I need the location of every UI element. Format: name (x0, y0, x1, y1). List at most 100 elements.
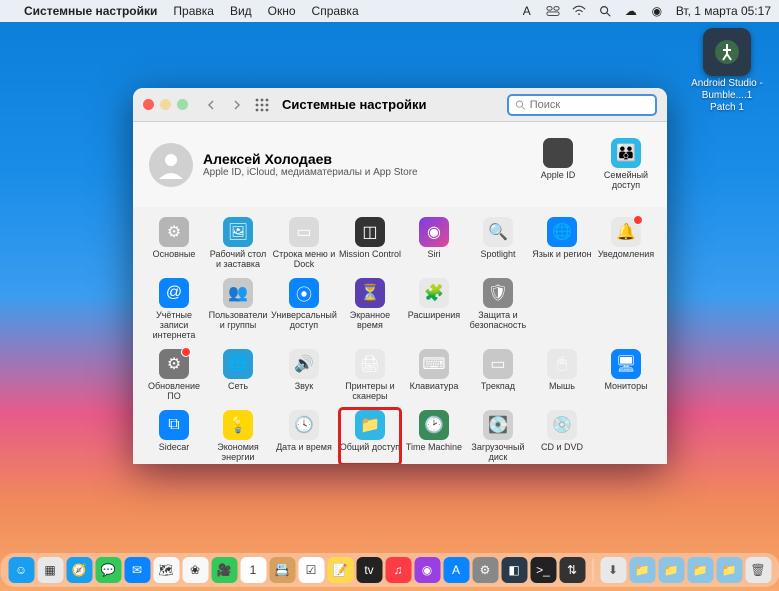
pref-language-region[interactable]: 🌐 Язык и регион (531, 215, 593, 272)
dock-notes[interactable]: 📝 (327, 557, 353, 583)
dock-folder1[interactable]: 📁 (629, 557, 655, 583)
user-name: Алексей Холодаев (203, 151, 533, 167)
pref-screen-time[interactable]: ⏳ Экранное время (339, 276, 401, 343)
dock-calendar[interactable]: 1 (240, 557, 266, 583)
pref-startup-disk[interactable]: 💽 Загрузочный диск (467, 408, 529, 464)
pref-network[interactable]: 🌐 Сеть (207, 347, 269, 404)
pref-mission-control[interactable]: ◫ Mission Control (339, 215, 401, 272)
pref-printers-scanners[interactable]: 🖨 Принтеры и сканеры (339, 347, 401, 404)
menu-edit[interactable]: Правка (173, 4, 214, 18)
dock-terminal[interactable]: >_ (530, 557, 556, 583)
spotlight-icon[interactable] (598, 4, 612, 18)
menu-window[interactable]: Окно (268, 4, 296, 18)
dock-folder4[interactable]: 📁 (716, 557, 742, 583)
pref-desktop-screensaver[interactable]: 🖼 Рабочий стол и заставка (207, 215, 269, 272)
pref-label: Пользователи и группы (207, 311, 269, 331)
pref-label: Сеть (228, 382, 248, 402)
status-item-icon[interactable]: ☁ (624, 4, 638, 18)
pref-label: Основные (153, 250, 196, 270)
pref-apple-id[interactable]: Apple ID (533, 136, 583, 193)
pref-label: Рабочий стол и заставка (207, 250, 269, 270)
badge-icon (633, 215, 643, 225)
pref-label: Защита и безопасность (467, 311, 529, 331)
pref-software-update[interactable]: ⚙ Обновление ПО (143, 347, 205, 404)
dock-mail[interactable]: ✉ (124, 557, 150, 583)
dock-appstore[interactable]: A (443, 557, 469, 583)
control-center-icon[interactable] (546, 4, 560, 18)
pref-users-groups[interactable]: 👥 Пользователи и группы (207, 276, 269, 343)
dock-maps[interactable]: 🗺 (153, 557, 179, 583)
language-region-icon: 🌐 (547, 217, 577, 247)
pref-sidecar[interactable]: ⧉ Sidecar (143, 408, 205, 464)
dock-photos[interactable]: ❀ (182, 557, 208, 583)
time-machine-icon: 🕑 (419, 410, 449, 440)
pref-sound[interactable]: 🔊 Звук (271, 347, 337, 404)
search-field[interactable] (507, 94, 657, 116)
pref-label: Time Machine (406, 443, 462, 463)
pref-general[interactable]: ⚙ Основные (143, 215, 205, 272)
clock[interactable]: Вт, 1 марта 05:17 (676, 4, 771, 18)
pref-accessibility[interactable]: ⦿ Универсальный доступ (271, 276, 337, 343)
extensions-icon: 🧩 (419, 278, 449, 308)
pref-extensions[interactable]: 🧩 Расширения (403, 276, 465, 343)
pref-trackpad[interactable]: ▭ Трекпад (467, 347, 529, 404)
pref-siri[interactable]: ◉ Siri (403, 215, 465, 272)
startup-disk-icon: 💽 (483, 410, 513, 440)
dock-trash[interactable]: 🗑 (745, 557, 771, 583)
pref-spotlight[interactable]: 🔍 Spotlight (467, 215, 529, 272)
siri-menubar-icon[interactable]: ◉ (650, 4, 664, 18)
pref-family-sharing[interactable]: 👪Семейный доступ (601, 136, 651, 193)
mouse-icon: 🖱 (547, 349, 577, 379)
pref-time-machine[interactable]: 🕑 Time Machine (403, 408, 465, 464)
dock-finder[interactable]: ☺ (8, 557, 34, 583)
dock-music[interactable]: ♫ (385, 557, 411, 583)
dock-facetime[interactable]: 🎥 (211, 557, 237, 583)
pref-mouse[interactable]: 🖱 Мышь (531, 347, 593, 404)
dock-transmit[interactable]: ⇅ (559, 557, 585, 583)
pref-displays[interactable]: 🖥 Мониторы (595, 347, 657, 404)
dock-contacts[interactable]: 📇 (269, 557, 295, 583)
dock-folder2[interactable]: 📁 (658, 557, 684, 583)
forward-button[interactable] (228, 96, 246, 114)
user-row: Алексей Холодаев Apple ID, iCloud, медиа… (133, 122, 667, 207)
dock-tv[interactable]: tv (356, 557, 382, 583)
pref-label: Клавиатура (410, 382, 459, 402)
pref-internet-accounts[interactable]: @ Учётные записи интернета (143, 276, 205, 343)
search-input[interactable] (530, 99, 649, 111)
minimize-button[interactable] (160, 99, 171, 110)
show-all-icon[interactable] (254, 97, 270, 113)
pref-dock-menubar[interactable]: ▭ Строка меню и Dock (271, 215, 337, 272)
dock-system-preferences[interactable]: ⚙ (472, 557, 498, 583)
internet-accounts-icon: @ (159, 278, 189, 308)
pref-energy-saver[interactable]: 💡 Экономия энергии (207, 408, 269, 464)
app-menu[interactable]: Системные настройки (24, 4, 157, 18)
dock-safari[interactable]: 🧭 (66, 557, 92, 583)
pref-cd-dvd[interactable]: 💿 CD и DVD (531, 408, 593, 464)
menu-view[interactable]: Вид (230, 4, 252, 18)
preferences-grid: ⚙ Основные 🖼 Рабочий стол и заставка ▭ С… (133, 207, 667, 464)
avatar[interactable] (149, 143, 193, 187)
dock-downloads[interactable]: ⬇ (600, 557, 626, 583)
pref-date-time[interactable]: 🕓 Дата и время (271, 408, 337, 464)
pref-notifications[interactable]: 🔔 Уведомления (595, 215, 657, 272)
desktop-screensaver-icon: 🖼 (223, 217, 253, 247)
pref-label: Расширения (408, 311, 460, 331)
dock-android-studio[interactable]: ◧ (501, 557, 527, 583)
input-source-icon[interactable]: А (520, 4, 534, 18)
menu-help[interactable]: Справка (312, 4, 359, 18)
dock-reminders[interactable]: ☑ (298, 557, 324, 583)
desktop-icon-android-studio[interactable]: Android Studio - Bumble....1 Patch 1 (689, 28, 765, 114)
pref-label: CD и DVD (541, 443, 583, 463)
dock-folder3[interactable]: 📁 (687, 557, 713, 583)
pref-security-privacy[interactable]: 🛡 Защита и безопасность (467, 276, 529, 343)
dock-podcasts[interactable]: ◉ (414, 557, 440, 583)
wifi-icon[interactable] (572, 4, 586, 18)
maximize-button[interactable] (177, 99, 188, 110)
dock-messages[interactable]: 💬 (95, 557, 121, 583)
pref-sharing[interactable]: 📁 Общий доступ (339, 408, 401, 464)
pref-keyboard[interactable]: ⌨ Клавиатура (403, 347, 465, 404)
back-button[interactable] (202, 96, 220, 114)
dock-launchpad[interactable]: ▦ (37, 557, 63, 583)
close-button[interactable] (143, 99, 154, 110)
user-info[interactable]: Алексей Холодаев Apple ID, iCloud, медиа… (203, 151, 533, 178)
